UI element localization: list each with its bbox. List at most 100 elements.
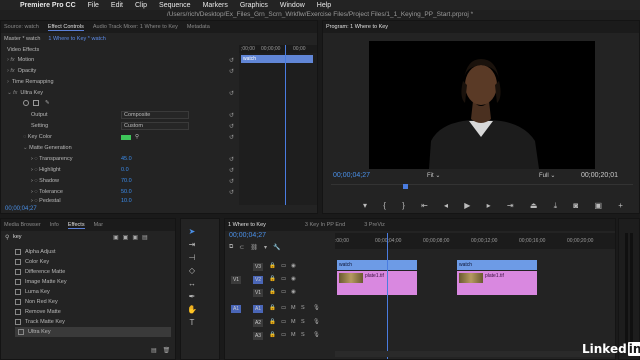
32bit-filter-icon[interactable]: ▣ <box>123 234 129 241</box>
shadow-value[interactable]: 70.0 <box>121 178 132 184</box>
sync-icon[interactable]: ▭ <box>281 263 286 269</box>
reset-icon[interactable]: ↺ <box>229 178 234 185</box>
tab-sequence-3[interactable]: 3 Key In PP End <box>305 222 345 228</box>
reset-icon[interactable]: ↺ <box>229 123 234 130</box>
timeline-clip-video[interactable]: watch <box>457 260 537 270</box>
output-select[interactable]: Composite <box>121 111 189 119</box>
effects-search-input[interactable]: key <box>5 234 85 242</box>
mark-out-icon[interactable]: } <box>402 201 405 211</box>
menu-sequence[interactable]: Sequence <box>159 2 191 9</box>
microphone-icon[interactable]: 🎙 <box>313 319 320 325</box>
mark-in-icon[interactable]: { <box>383 201 386 211</box>
sequence-clip-label[interactable]: 1 Where to Key * watch <box>48 36 105 42</box>
effect-opacity[interactable]: › fx Opacity ↺ <box>1 66 237 76</box>
effect-item[interactable]: Non Red Key <box>15 297 171 307</box>
tab-metadata[interactable]: Metadata <box>187 24 210 30</box>
effect-controls-ruler[interactable]: ;00;00 00;00;00 00;00 <box>239 45 317 53</box>
zoom-select[interactable]: Fit ⌄ <box>427 172 440 179</box>
add-marker-icon[interactable]: ▾ <box>264 244 267 251</box>
program-playhead[interactable] <box>403 184 408 189</box>
effect-item[interactable]: Luma Key <box>15 287 171 297</box>
ellipse-mask-icon[interactable] <box>23 100 29 106</box>
play-icon[interactable]: ▶ <box>464 201 470 211</box>
timeline-ruler[interactable]: :00;00 00;00;04;00 00;00;08;00 00;00;12;… <box>335 233 615 249</box>
reset-icon[interactable]: ↺ <box>229 68 234 75</box>
effect-item[interactable]: Color Key <box>15 257 171 267</box>
tab-info[interactable]: Info <box>50 222 59 228</box>
menu-graphics[interactable]: Graphics <box>240 2 268 9</box>
effect-item[interactable]: Track Matte Key <box>15 317 171 327</box>
timeline-scrollbar[interactable] <box>335 351 615 357</box>
menu-window[interactable]: Window <box>280 2 305 9</box>
microphone-icon[interactable]: 🎙 <box>313 305 320 311</box>
sync-icon[interactable]: ▭ <box>281 276 286 282</box>
program-scrubber[interactable] <box>331 184 633 190</box>
effect-controls-clip[interactable]: watch <box>241 55 313 63</box>
menu-app[interactable]: Premiere Pro CC <box>20 2 76 9</box>
eye-icon[interactable]: ◉ <box>291 276 296 282</box>
pedestal-value[interactable]: 10.0 <box>121 198 132 204</box>
rectangle-mask-icon[interactable] <box>33 100 39 106</box>
effect-controls-playhead[interactable] <box>285 45 286 205</box>
accelerated-filter-icon[interactable]: ▣ <box>113 234 119 241</box>
key-color-swatch[interactable] <box>121 134 131 140</box>
group-matte-generation[interactable]: ⌄ Matte Generation <box>1 143 237 153</box>
timeline-clip-plate[interactable]: plate1.tif <box>337 271 417 295</box>
sync-icon[interactable]: ▭ <box>281 319 286 325</box>
effect-ultra-key[interactable]: ⌄ fx Ultra Key ↺ <box>1 88 237 98</box>
mute-button[interactable]: M <box>291 305 296 311</box>
reset-icon[interactable]: ↺ <box>229 57 234 64</box>
lift-icon[interactable]: ⏏ <box>530 201 538 211</box>
lock-icon[interactable]: 🔒 <box>269 276 276 282</box>
menu-file[interactable]: File <box>88 2 99 9</box>
lock-icon[interactable]: 🔒 <box>269 305 276 311</box>
export-frame-icon[interactable]: ◙ <box>573 201 578 211</box>
effect-item[interactable]: Remove Matte <box>15 307 171 317</box>
solo-button[interactable]: S <box>301 319 305 325</box>
menu-clip[interactable]: Clip <box>135 2 147 9</box>
add-marker-icon[interactable]: ▾ <box>363 201 367 211</box>
tab-effect-controls[interactable]: Effect Controls <box>47 24 84 31</box>
effect-time-remapping[interactable]: › Time Remapping <box>1 77 237 87</box>
lock-icon[interactable]: 🔒 <box>269 289 276 295</box>
timeline-playhead[interactable] <box>387 233 388 359</box>
tab-markers[interactable]: Mar <box>94 222 103 228</box>
source-patch-v[interactable]: V1 <box>231 276 241 284</box>
menu-edit[interactable]: Edit <box>111 2 123 9</box>
reset-icon[interactable]: ↺ <box>229 189 234 196</box>
timeline-clip-plate[interactable]: plate1.tif <box>457 271 537 295</box>
eyedropper-icon[interactable]: ⚲ <box>135 134 139 140</box>
step-back-icon[interactable]: ◂ <box>444 201 448 211</box>
reset-icon[interactable]: ↺ <box>229 134 234 141</box>
pen-mask-icon[interactable]: ✎ <box>45 100 50 106</box>
source-patch-a[interactable]: A1 <box>231 305 241 313</box>
settings-icon[interactable]: 🔧 <box>273 244 280 251</box>
effect-motion[interactable]: › fx Motion ↺ <box>1 55 237 65</box>
ripple-edit-tool-icon[interactable]: ⊣ <box>187 253 197 263</box>
tab-effects[interactable]: Effects <box>67 222 85 229</box>
effect-item-selected[interactable]: Ultra Key <box>15 327 171 337</box>
reset-icon[interactable]: ↺ <box>229 167 234 174</box>
tab-audio-track-mixer[interactable]: Audio Track Mixer: 1 Where to Key <box>93 24 178 30</box>
razor-tool-icon[interactable]: ◇ <box>187 266 197 276</box>
solo-button[interactable]: S <box>301 332 305 338</box>
trash-icon[interactable]: 🗑 <box>163 347 171 354</box>
tab-sequence-1[interactable]: 1 Where to Key <box>228 222 266 228</box>
go-to-out-icon[interactable]: ⇥ <box>507 201 514 211</box>
mute-button[interactable]: M <box>291 319 296 325</box>
eye-icon[interactable]: ◉ <box>291 289 296 295</box>
highlight-value[interactable]: 0.0 <box>121 167 129 173</box>
slip-tool-icon[interactable]: ↔ <box>187 279 197 289</box>
program-timecode[interactable]: 00;00;04;27 <box>333 172 370 179</box>
reset-icon[interactable]: ↺ <box>229 90 234 97</box>
nest-icon[interactable]: ⧉ <box>229 244 233 251</box>
extract-icon[interactable]: ⤓ <box>554 201 558 211</box>
setting-select[interactable]: Custom <box>121 122 189 130</box>
track-select-tool-icon[interactable]: ⇥ <box>187 240 197 250</box>
lock-icon[interactable]: 🔒 <box>269 263 276 269</box>
tab-source[interactable]: Source: watch <box>4 24 39 30</box>
reset-icon[interactable]: ↺ <box>229 112 234 119</box>
comparison-view-icon[interactable]: ▣ <box>594 201 602 211</box>
sync-icon[interactable]: ▭ <box>281 305 286 311</box>
master-clip-label[interactable]: Master * watch <box>4 36 40 42</box>
